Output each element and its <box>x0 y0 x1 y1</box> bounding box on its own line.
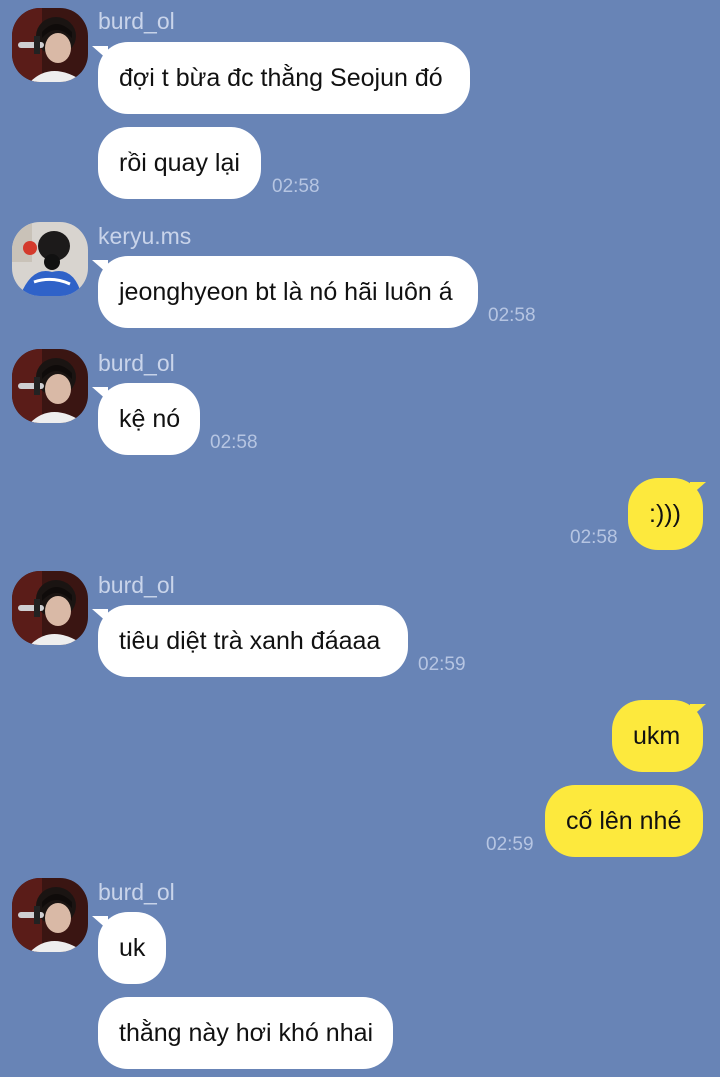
message-bubble[interactable]: jeonghyeon bt là nó hãi luôn á <box>98 256 478 328</box>
message-timestamp: 02:58 <box>272 176 320 197</box>
message-bubble[interactable]: uk <box>98 912 166 984</box>
avatar-burd-ol-icon[interactable] <box>12 878 88 952</box>
message-bubble-outgoing[interactable]: ukm <box>612 700 703 772</box>
avatar-burd-ol-icon[interactable] <box>12 571 88 645</box>
message-timestamp: 02:59 <box>418 654 466 675</box>
sender-name: burd_ol <box>98 8 175 34</box>
chat-thread: burd_ol đợi t bừa đc thằng Seojun đó rồi… <box>0 0 720 1077</box>
message-timestamp: 02:58 <box>570 527 618 548</box>
sender-name: burd_ol <box>98 879 175 905</box>
message-timestamp: 02:58 <box>488 305 536 326</box>
avatar-keryu-ms-icon[interactable] <box>12 222 88 296</box>
message-bubble-outgoing[interactable]: :))) <box>628 478 703 550</box>
message-bubble[interactable]: đợi t bừa đc thằng Seojun đó <box>98 42 470 114</box>
sender-name: burd_ol <box>98 572 175 598</box>
message-timestamp: 02:59 <box>486 834 534 855</box>
message-timestamp: 02:58 <box>210 432 258 453</box>
message-bubble[interactable]: thằng này hơi khó nhai <box>98 997 393 1069</box>
sender-name: keryu.ms <box>98 223 192 249</box>
avatar-burd-ol-icon[interactable] <box>12 8 88 82</box>
avatar-burd-ol-icon[interactable] <box>12 349 88 423</box>
message-bubble[interactable]: rồi quay lại <box>98 127 261 199</box>
message-bubble-outgoing[interactable]: cố lên nhé <box>545 785 703 857</box>
sender-name: burd_ol <box>98 350 175 376</box>
message-bubble[interactable]: kệ nó <box>98 383 200 455</box>
message-bubble[interactable]: tiêu diệt trà xanh đáaaa <box>98 605 408 677</box>
